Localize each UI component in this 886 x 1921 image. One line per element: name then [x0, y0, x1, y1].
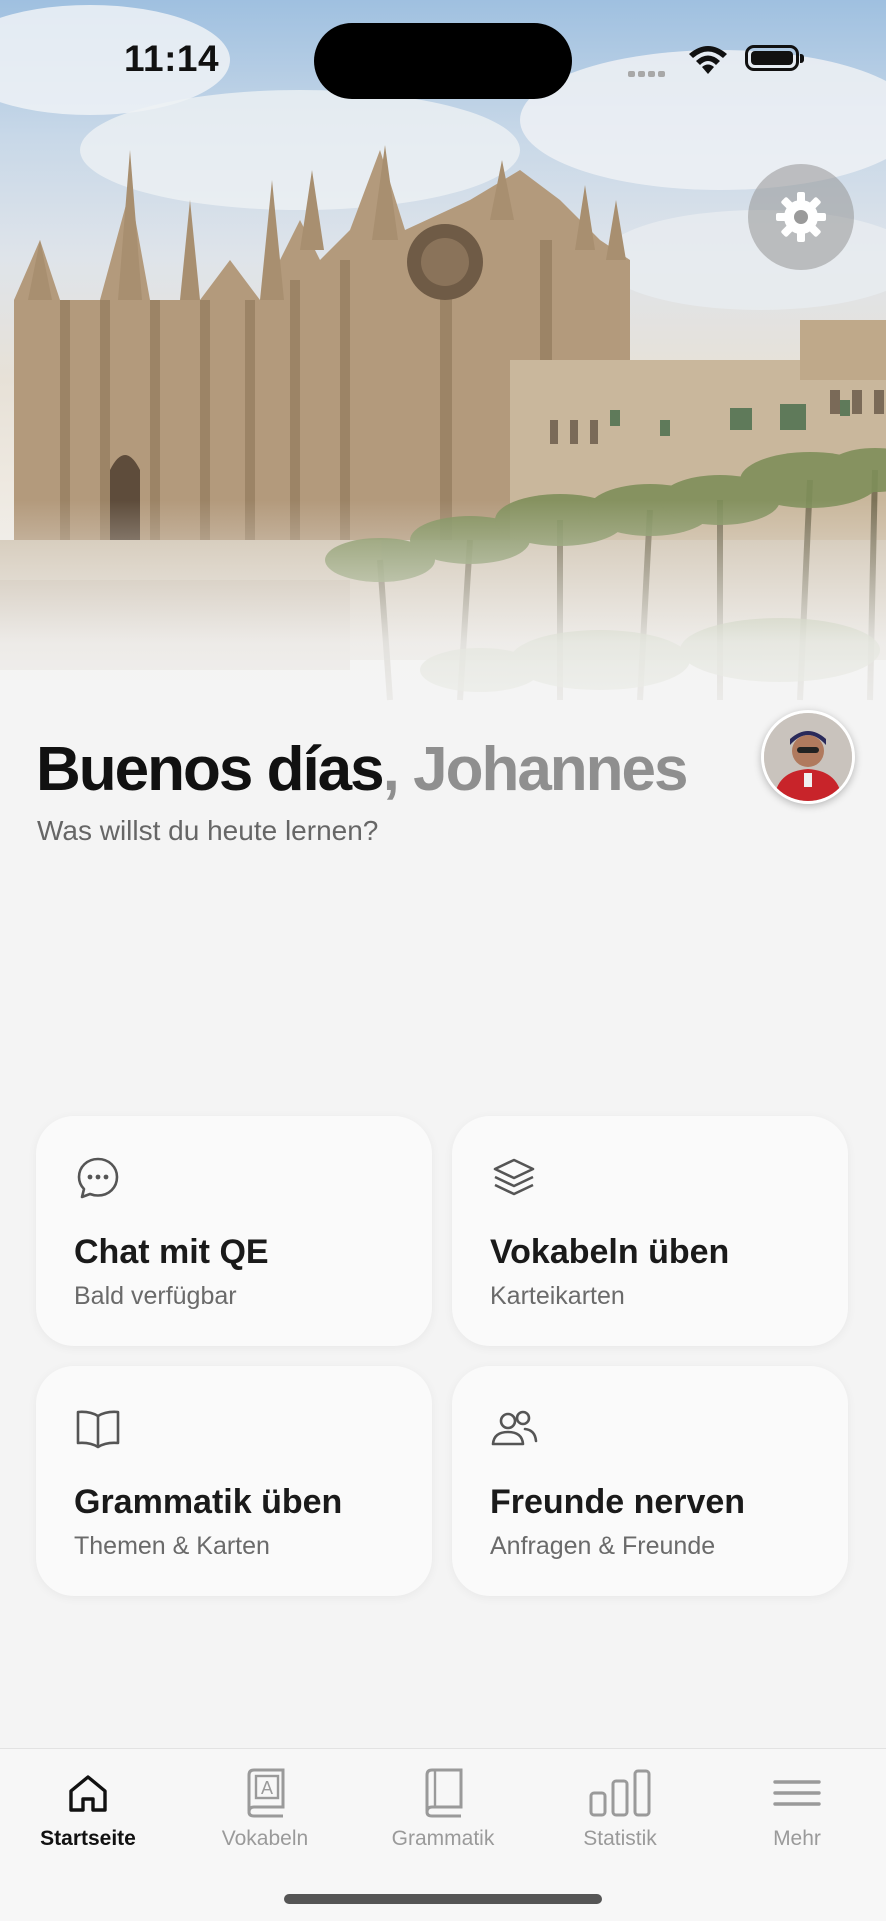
card-title: Chat mit QE — [74, 1233, 269, 1271]
card-title: Vokabeln üben — [490, 1233, 730, 1271]
card-friends[interactable]: Freunde nerven Anfragen & Freunde — [452, 1366, 848, 1596]
card-subtitle: Bald verfügbar — [74, 1282, 237, 1310]
dynamic-island — [314, 23, 572, 99]
card-chat[interactable]: Chat mit QE Bald verfügbar — [36, 1116, 432, 1346]
bar-chart-icon — [589, 1769, 651, 1817]
hero-image — [0, 0, 886, 760]
card-subtitle: Karteikarten — [490, 1282, 625, 1310]
greeting-text: Buenos días — [36, 735, 385, 804]
tab-grammatik[interactable]: Grammatik — [363, 1763, 523, 1851]
tab-label: Statistik — [583, 1827, 657, 1850]
wifi-icon — [686, 44, 730, 81]
greeting-subtitle: Was willst du heute lernen? — [37, 815, 379, 846]
status-time: 11:14 — [124, 38, 220, 79]
card-title: Grammatik üben — [74, 1483, 343, 1521]
people-icon — [491, 1410, 538, 1446]
svg-text:A: A — [261, 1778, 273, 1798]
card-subtitle: Themen & Karten — [74, 1532, 270, 1560]
user-name: , Johannes — [382, 735, 689, 804]
cellular-signal-icon — [628, 64, 668, 82]
tab-mehr[interactable]: Mehr — [717, 1763, 877, 1851]
tab-label: Vokabeln — [221, 1827, 309, 1850]
avatar[interactable] — [761, 710, 855, 804]
tab-label: Grammatik — [391, 1827, 495, 1850]
chat-bubble-icon — [77, 1157, 119, 1199]
layers-icon — [493, 1158, 535, 1196]
tab-startseite[interactable]: Startseite — [8, 1763, 168, 1851]
home-indicator — [284, 1894, 602, 1904]
card-title: Freunde nerven — [490, 1483, 746, 1521]
card-vocab[interactable]: Vokabeln üben Karteikarten — [452, 1116, 848, 1346]
tab-vokabeln[interactable]: A Vokabeln — [185, 1763, 345, 1851]
tab-label: Mehr — [773, 1827, 821, 1850]
tab-label: Startseite — [40, 1827, 136, 1850]
book-icon — [425, 1768, 463, 1818]
settings-button[interactable] — [748, 164, 854, 270]
menu-icon — [773, 1780, 821, 1806]
gear-icon — [776, 192, 826, 242]
vocab-book-icon: A — [247, 1768, 285, 1818]
greeting-title: Buenos días, Johannes — [36, 734, 689, 805]
battery-icon — [745, 45, 804, 71]
card-subtitle: Anfragen & Freunde — [490, 1532, 716, 1560]
card-grammar[interactable]: Grammatik üben Themen & Karten — [36, 1366, 432, 1596]
tab-statistik[interactable]: Statistik — [540, 1763, 700, 1851]
home-icon — [69, 1775, 107, 1812]
open-book-icon — [76, 1410, 120, 1449]
